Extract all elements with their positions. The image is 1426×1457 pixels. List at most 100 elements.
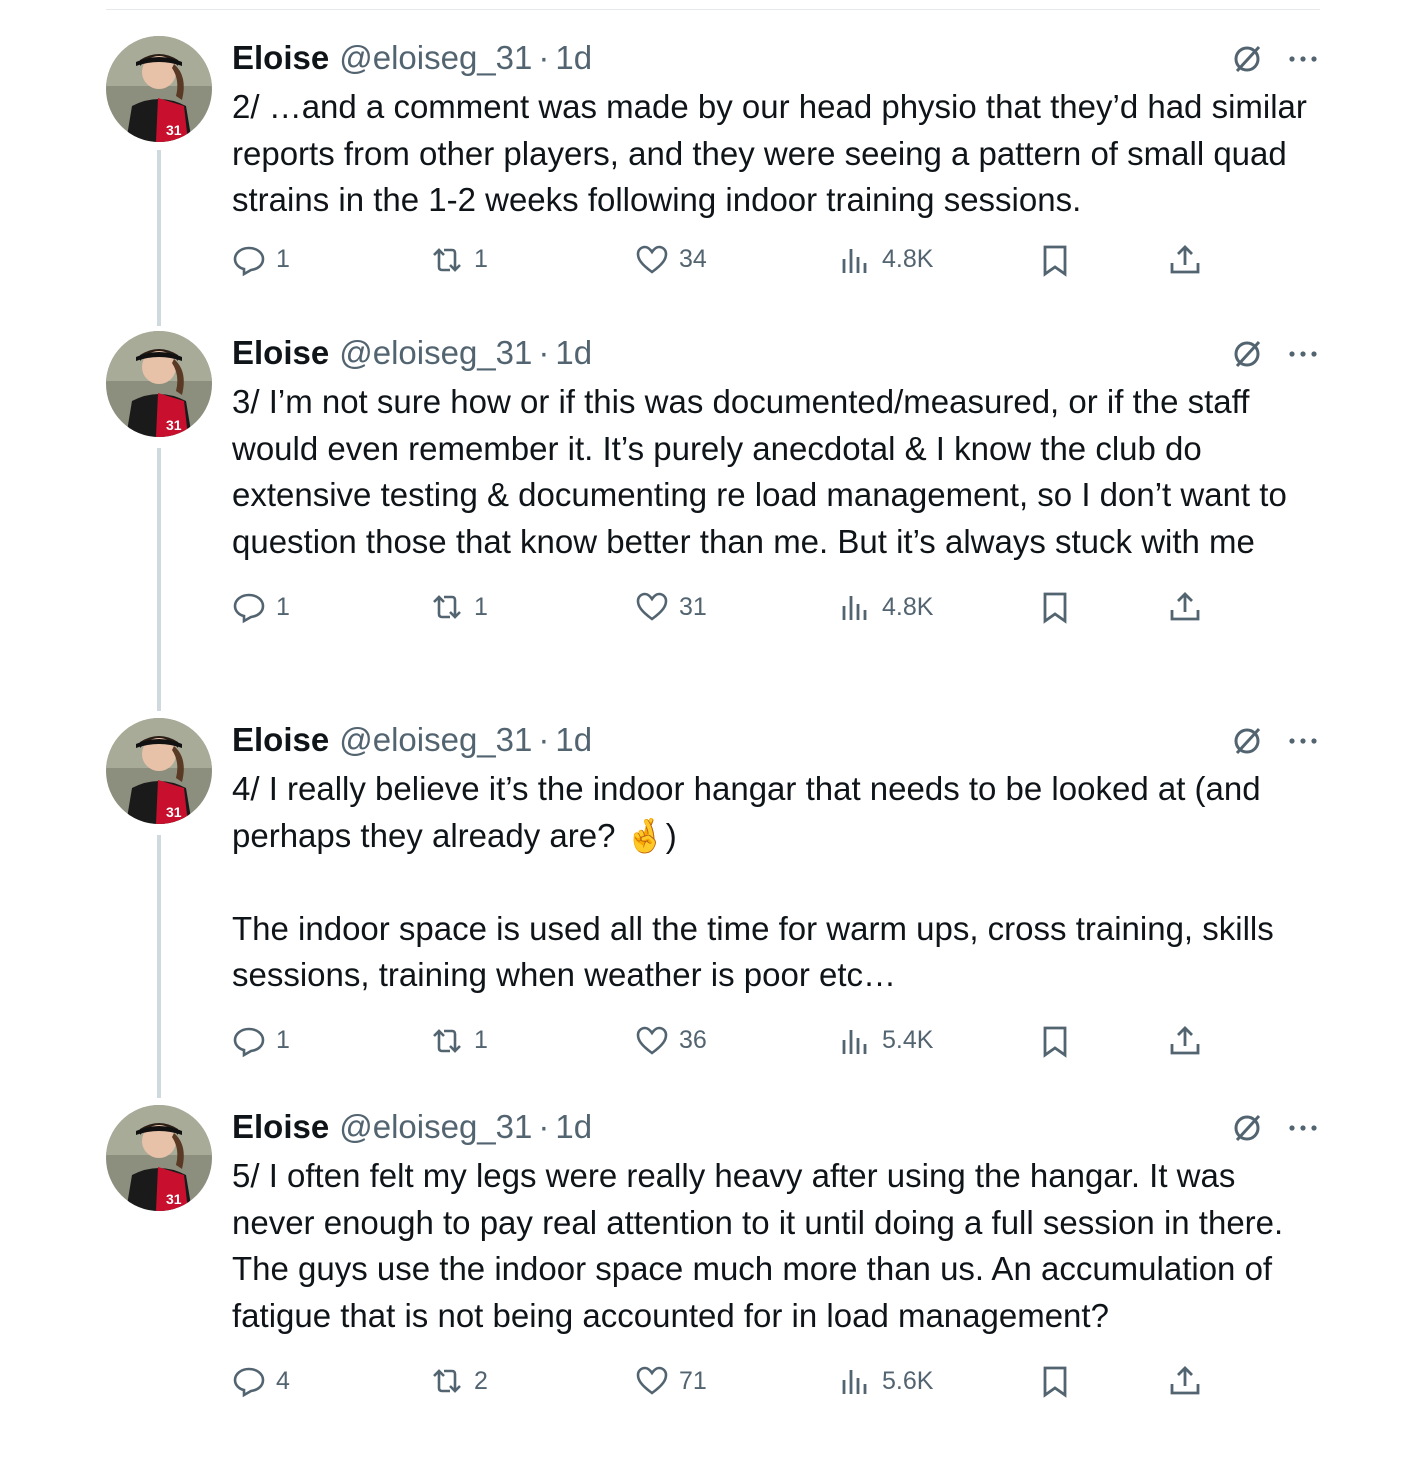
display-name[interactable]: Eloise	[232, 334, 329, 372]
svg-text:31: 31	[166, 804, 182, 820]
grok-icon[interactable]	[1230, 337, 1264, 371]
bookmark-button[interactable]	[1038, 240, 1072, 280]
avatar[interactable]: 31	[106, 1105, 212, 1211]
timestamp[interactable]: 1d	[555, 39, 592, 77]
bookmark-button[interactable]	[1038, 1361, 1072, 1401]
timestamp[interactable]: 1d	[555, 334, 592, 372]
avatar-image: 31	[106, 718, 212, 824]
share-button[interactable]	[1168, 240, 1202, 280]
tweet[interactable]: 31 Eloise @eloiseg_31 · 1d 5/ I often fe…	[106, 1105, 1320, 1445]
thread-line	[157, 835, 161, 1098]
like-button[interactable]: 36	[635, 1021, 707, 1061]
more-icon[interactable]	[1286, 42, 1320, 76]
timestamp[interactable]: 1d	[555, 721, 592, 759]
thread-line	[157, 150, 161, 326]
view-count: 4.8K	[882, 245, 934, 273]
repost-button[interactable]: 2	[430, 1361, 488, 1401]
repost-button[interactable]: 1	[430, 587, 488, 627]
bookmark-button[interactable]	[1038, 587, 1072, 627]
header-actions	[1230, 42, 1320, 76]
tweet-text: 4/ I really believe it’s the indoor hang…	[232, 766, 1320, 999]
reply-button[interactable]: 1	[232, 587, 290, 627]
tweet-content: Eloise @eloiseg_31 · 1d 5/ I often felt …	[232, 1105, 1320, 1401]
tweet[interactable]: 31 Eloise @eloiseg_31 · 1d 4/ I really b…	[106, 718, 1320, 1098]
views-button[interactable]: 4.8K	[838, 240, 933, 280]
timestamp[interactable]: 1d	[555, 1108, 592, 1146]
share-icon	[1170, 1025, 1200, 1054]
share-icon	[1170, 592, 1200, 621]
separator-dot: ·	[538, 334, 550, 371]
reply-button[interactable]: 4	[232, 1361, 290, 1401]
repost-button[interactable]: 1	[430, 240, 488, 280]
user-handle[interactable]: @eloiseg_31	[339, 39, 532, 77]
bookmark-button[interactable]	[1038, 1021, 1072, 1061]
tweet[interactable]: 31 Eloise @eloiseg_31 · 1d 3/ I’m not su…	[106, 331, 1320, 711]
tweet-text-paragraph: The indoor space is used all the time fo…	[232, 909, 1283, 994]
user-handle[interactable]: @eloiseg_31	[339, 1108, 532, 1146]
repost-count: 1	[474, 1026, 488, 1054]
avatar[interactable]: 31	[106, 331, 212, 437]
like-button[interactable]: 34	[635, 240, 707, 280]
tweet-actions: 1 1 34 4.8K	[232, 240, 1320, 280]
like-icon	[636, 1026, 668, 1055]
share-button[interactable]	[1168, 1361, 1202, 1401]
user-handle[interactable]: @eloiseg_31	[339, 334, 532, 372]
tweet[interactable]: 31 Eloise @eloiseg_31 · 1d 2/ …and a com…	[106, 36, 1320, 326]
avatar-image: 31	[106, 1105, 212, 1211]
avatar[interactable]: 31	[106, 36, 212, 142]
avatar-image: 31	[106, 36, 212, 142]
header-actions	[1230, 724, 1320, 758]
share-icon	[1170, 244, 1200, 273]
tweet-header: Eloise @eloiseg_31 · 1d	[232, 36, 1320, 80]
reply-icon	[233, 246, 265, 276]
views-icon	[842, 1370, 867, 1394]
crossed-fingers-emoji: 🤞	[624, 816, 666, 854]
repost-button[interactable]: 1	[430, 1021, 488, 1061]
reply-button[interactable]: 1	[232, 1021, 290, 1061]
user-handle[interactable]: @eloiseg_31	[339, 721, 532, 759]
reply-button[interactable]: 1	[232, 240, 290, 280]
like-button[interactable]: 31	[635, 587, 707, 627]
repost-icon	[433, 1028, 461, 1053]
grok-icon[interactable]	[1230, 724, 1264, 758]
separator-dot: ·	[538, 721, 550, 758]
display-name[interactable]: Eloise	[232, 721, 329, 759]
repost-icon	[433, 595, 461, 619]
more-icon[interactable]	[1286, 337, 1320, 371]
like-count: 34	[679, 245, 707, 273]
like-count: 31	[679, 592, 707, 621]
bookmark-icon	[1043, 245, 1067, 277]
tweet-text-close: )	[665, 816, 677, 854]
like-icon	[636, 592, 668, 621]
tweet-content: Eloise @eloiseg_31 · 1d 4/ I really beli…	[232, 718, 1320, 1061]
share-icon	[1170, 1366, 1200, 1395]
reply-count: 1	[276, 245, 290, 273]
repost-count: 1	[474, 245, 488, 273]
share-button[interactable]	[1168, 587, 1202, 627]
tweet-content: Eloise @eloiseg_31 · 1d 3/ I’m not sure …	[232, 331, 1320, 627]
reply-count: 1	[276, 592, 290, 621]
view-count: 4.8K	[882, 592, 934, 621]
svg-text:31: 31	[166, 1191, 182, 1207]
view-count: 5.4K	[882, 1026, 934, 1054]
tweet-actions: 1 1 36 5.4K	[232, 1021, 1320, 1061]
avatar-image: 31	[106, 331, 212, 437]
share-button[interactable]	[1168, 1021, 1202, 1061]
header-actions	[1230, 1111, 1320, 1145]
tweet-text: 5/ I often felt my legs were really heav…	[232, 1157, 1292, 1334]
views-button[interactable]: 4.8K	[838, 587, 933, 627]
avatar[interactable]: 31	[106, 718, 212, 824]
display-name[interactable]: Eloise	[232, 39, 329, 77]
more-icon[interactable]	[1286, 1111, 1320, 1145]
grok-icon[interactable]	[1230, 42, 1264, 76]
display-name[interactable]: Eloise	[232, 1108, 329, 1146]
views-button[interactable]: 5.4K	[838, 1021, 933, 1061]
separator-dot: ·	[538, 39, 550, 76]
svg-text:31: 31	[166, 417, 182, 433]
like-button[interactable]: 71	[635, 1361, 707, 1401]
reply-icon	[233, 1367, 265, 1398]
reply-icon	[233, 593, 265, 624]
more-icon[interactable]	[1286, 724, 1320, 758]
views-button[interactable]: 5.6K	[838, 1361, 933, 1401]
grok-icon[interactable]	[1230, 1111, 1264, 1145]
